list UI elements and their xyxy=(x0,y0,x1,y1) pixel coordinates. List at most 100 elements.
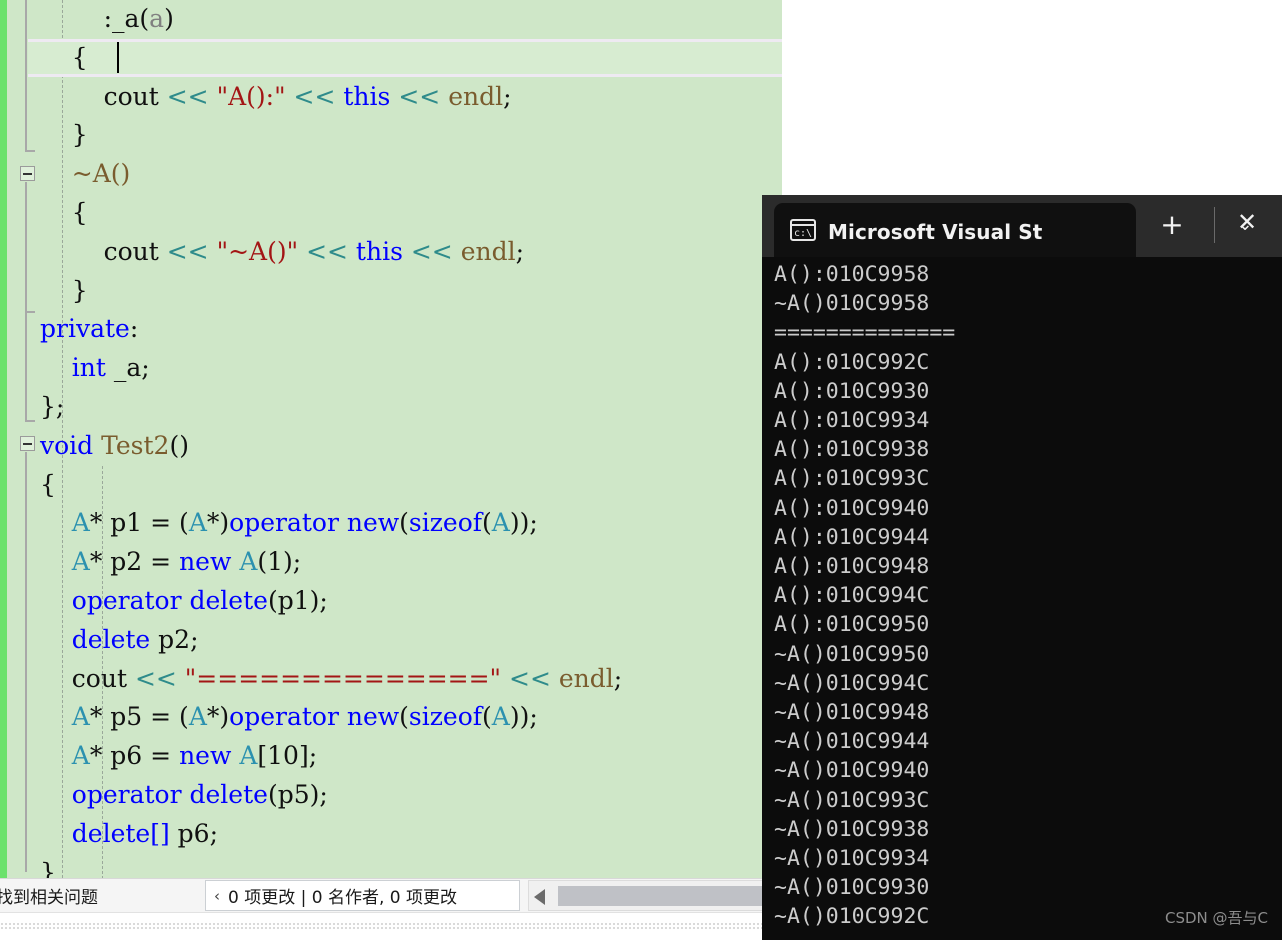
console-line: A():010C9934 xyxy=(774,408,930,434)
screen: :_a(a) { cout << "A():" << this << endl;… xyxy=(0,0,1282,940)
console-line: ~A()010C994C xyxy=(774,670,930,696)
code-token: ; xyxy=(503,81,512,111)
code-line[interactable]: A* p5 = (A*)operator new(sizeof(A)); xyxy=(40,698,782,737)
code-token: ; xyxy=(613,663,623,693)
code-line[interactable]: { xyxy=(40,39,782,78)
console-line: ============== xyxy=(774,320,956,346)
code-token: << xyxy=(398,81,441,111)
code-token: (p5); xyxy=(267,779,328,809)
code-token: () xyxy=(169,430,189,460)
code-line[interactable]: operator delete(p5); xyxy=(40,776,782,815)
console-line: ~A()010C9938 xyxy=(774,816,930,842)
code-line[interactable]: A* p1 = (A*)operator new(sizeof(A)); xyxy=(40,504,782,543)
console-line: A():010C9930 xyxy=(774,378,930,404)
console-line: A():010C992C xyxy=(774,349,930,375)
code-line[interactable]: operator delete(p1); xyxy=(40,582,782,621)
debug-console-window[interactable]: c:\ Microsoft Visual Studio 调试控 ✕ + ⌄ A(… xyxy=(762,195,1282,940)
code-line[interactable]: A* p6 = new A[10]; xyxy=(40,737,782,776)
code-token: A xyxy=(239,547,258,577)
code-token: } xyxy=(40,120,88,150)
code-token: } xyxy=(40,857,56,878)
code-token: private xyxy=(40,314,130,344)
code-token: A xyxy=(239,741,258,771)
code-editor[interactable]: :_a(a) { cout << "A():" << this << endl;… xyxy=(0,0,782,878)
console-tab[interactable]: c:\ Microsoft Visual Studio 调试控 xyxy=(774,203,1136,257)
console-line: A():010C9938 xyxy=(774,437,930,463)
code-token: cout xyxy=(40,236,167,266)
code-token: [10]; xyxy=(257,741,318,771)
code-token: (1); xyxy=(257,547,302,577)
code-line[interactable]: delete p2; xyxy=(40,621,782,660)
code-line[interactable]: }; xyxy=(40,388,782,427)
code-token: )); xyxy=(509,508,538,538)
outlining-gutter[interactable] xyxy=(7,0,40,878)
code-text[interactable]: :_a(a) { cout << "A():" << this << endl;… xyxy=(40,0,782,878)
code-token: << xyxy=(166,236,209,266)
code-token: }; xyxy=(40,391,65,421)
code-line[interactable]: { xyxy=(40,466,782,505)
new-tab-icon[interactable]: + xyxy=(1158,211,1186,239)
code-token: delete[] xyxy=(71,818,170,848)
console-line: ~A()010C9950 xyxy=(774,641,930,667)
dotted-divider xyxy=(0,922,782,930)
code-token: ( xyxy=(399,508,409,538)
chevron-left-icon[interactable]: ‹ xyxy=(214,887,220,905)
code-line[interactable]: cout << "A():" << this << endl; xyxy=(40,78,782,117)
code-line[interactable]: delete[] p6; xyxy=(40,815,782,854)
code-token: sizeof xyxy=(408,702,483,732)
horizontal-scrollbar[interactable] xyxy=(528,880,783,911)
console-line: A():010C9948 xyxy=(774,554,930,580)
code-token: sizeof xyxy=(408,508,483,538)
code-token: { xyxy=(40,197,88,227)
console-output[interactable]: A():010C9958 ~A()010C9958 ============== A(… xyxy=(762,257,1282,940)
code-token: p6; xyxy=(169,818,219,848)
scrollbar-thumb[interactable] xyxy=(558,886,783,906)
fold-toggle-destructor[interactable] xyxy=(20,166,35,181)
scroll-left-arrow-icon[interactable] xyxy=(534,889,545,905)
code-line[interactable]: } xyxy=(40,116,782,155)
code-token: * p2 = xyxy=(89,547,180,577)
codelens-changes-pill[interactable]: ‹ 0 项更改 | 0 名作者, 0 项更改 xyxy=(205,880,520,911)
code-line[interactable]: :_a(a) xyxy=(40,0,782,39)
code-line[interactable]: A* p2 = new A(1); xyxy=(40,543,782,582)
code-token: this xyxy=(355,236,403,266)
code-token: "==============" xyxy=(184,663,502,693)
code-token: p2; xyxy=(150,624,199,654)
code-line[interactable]: cout << "==============" << endl; xyxy=(40,660,782,699)
code-line[interactable]: } xyxy=(40,854,782,878)
code-line[interactable]: { xyxy=(40,194,782,233)
code-token: endl xyxy=(558,663,614,693)
console-tab-bar[interactable]: c:\ Microsoft Visual Studio 调试控 ✕ + ⌄ xyxy=(762,195,1282,257)
code-line[interactable]: } xyxy=(40,272,782,311)
console-line: A():010C9958 xyxy=(774,262,930,287)
console-line: ~A()010C9940 xyxy=(774,758,930,784)
chevron-down-icon[interactable]: ⌄ xyxy=(1232,213,1258,237)
code-line[interactable]: void Test2() xyxy=(40,427,782,466)
code-token: operator delete xyxy=(71,585,268,615)
console-line: A():010C993C xyxy=(774,466,930,492)
code-line[interactable]: int _a; xyxy=(40,349,782,388)
console-line: ~A()010C9958 xyxy=(774,291,930,317)
code-token: * p5 = ( xyxy=(89,702,189,732)
code-line[interactable]: ~A() xyxy=(40,155,782,194)
code-line[interactable]: private: xyxy=(40,310,782,349)
code-token: ( xyxy=(399,702,409,732)
fold-guide-line xyxy=(25,182,27,312)
code-token: ; xyxy=(515,236,525,266)
code-line[interactable]: cout << "~A()" << this << endl; xyxy=(40,233,782,272)
fold-toggle-test2[interactable] xyxy=(20,436,35,451)
code-token: )); xyxy=(509,702,538,732)
console-line: ~A()010C9934 xyxy=(774,846,930,872)
code-token: * p6 = xyxy=(89,741,180,771)
code-token: * p1 = ( xyxy=(89,508,189,538)
fold-guide-foot xyxy=(25,150,35,152)
